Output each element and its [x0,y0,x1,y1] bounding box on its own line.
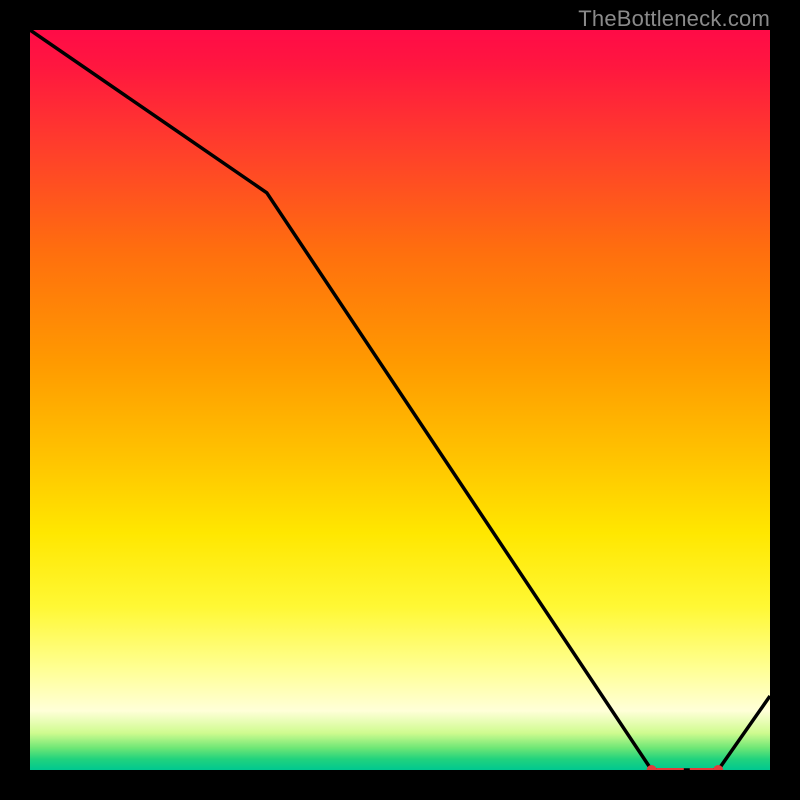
marker-layer [30,30,770,770]
stage: TheBottleneck.com [0,0,800,800]
highlight-dot-start [647,765,657,770]
plot-area [30,30,770,770]
highlight-dot-end [713,765,723,770]
attribution-text: TheBottleneck.com [578,6,770,32]
